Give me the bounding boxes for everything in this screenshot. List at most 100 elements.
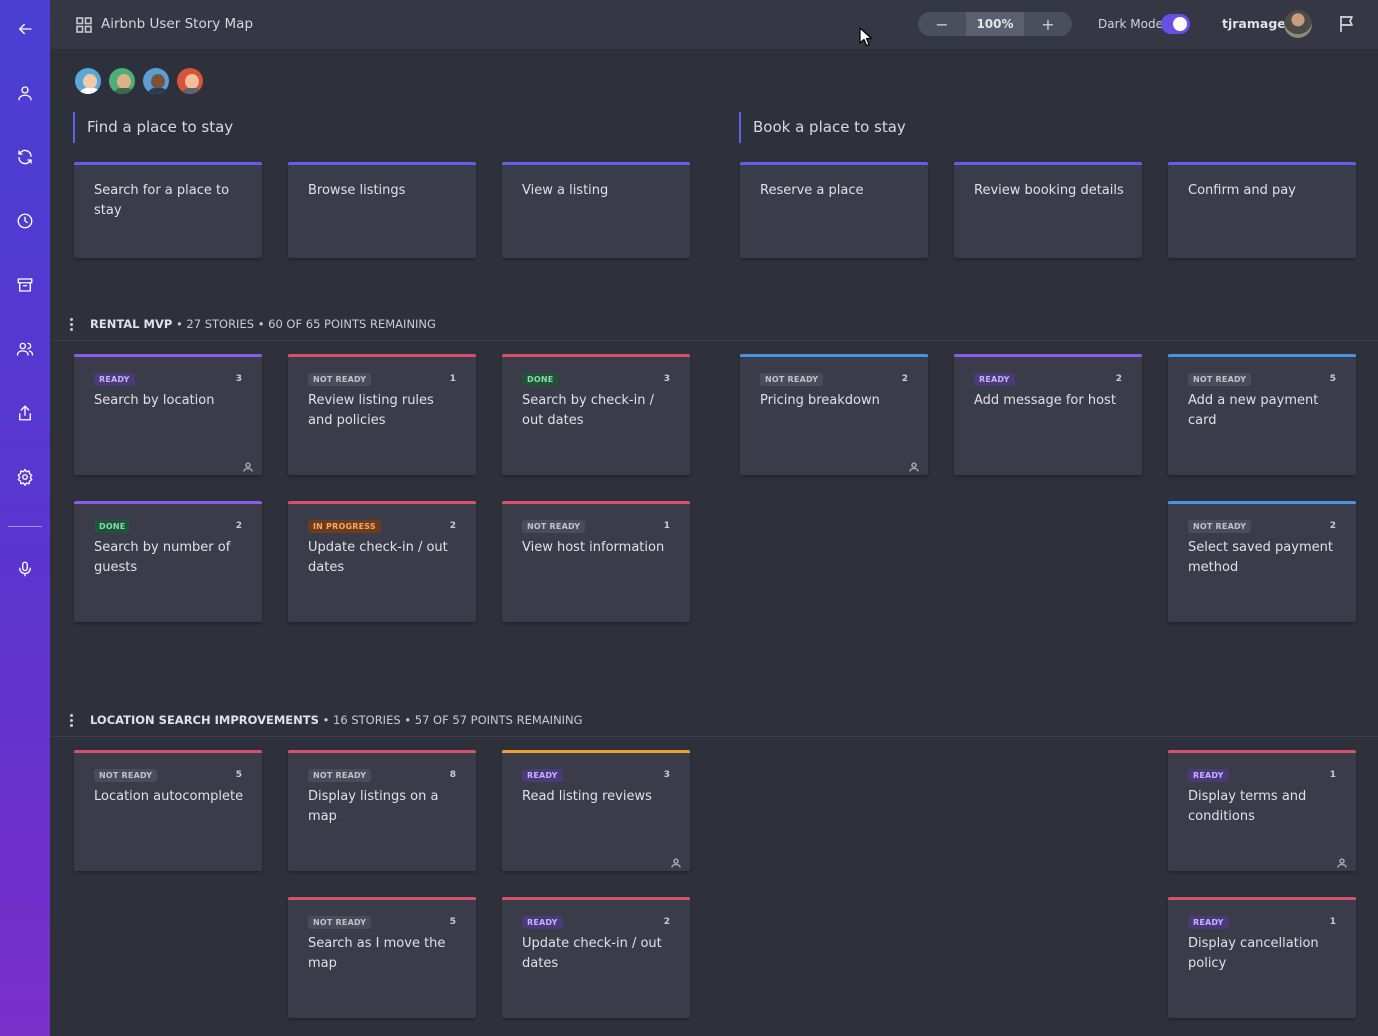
story-card[interactable]: READY 3 Search by location — [74, 354, 262, 475]
assignee-icon[interactable] — [243, 457, 253, 472]
zoom-in-button[interactable]: + — [1024, 12, 1072, 36]
story-points: 2 — [1115, 374, 1122, 384]
status-badge: DONE — [522, 373, 559, 386]
top-bar: Airbnb User Story Map − 100% + Dark Mode… — [50, 0, 1378, 50]
story-points: 2 — [235, 521, 242, 531]
microphone-icon[interactable] — [13, 557, 37, 581]
story-card[interactable]: DONE 3 Search by check-in / out dates — [502, 354, 690, 475]
sync-icon[interactable] — [13, 145, 37, 169]
epic-card[interactable]: Confirm and pay — [1168, 162, 1356, 258]
status-badge: READY — [522, 916, 563, 929]
story-title: Pricing breakdown — [760, 393, 880, 408]
epic-title: View a listing — [522, 183, 609, 198]
story-title: Display listings on a map — [308, 789, 439, 824]
back-arrow-icon[interactable] — [13, 17, 37, 41]
status-badge: IN PROGRESS — [308, 520, 381, 533]
clock-icon[interactable] — [13, 209, 37, 233]
epic-card[interactable]: Review booking details — [954, 162, 1142, 258]
username[interactable]: tjramage — [1222, 16, 1286, 31]
story-card[interactable]: IN PROGRESS 2 Update check-in / out date… — [288, 501, 476, 622]
story-points: 5 — [449, 917, 456, 927]
story-title: Update check-in / out dates — [522, 936, 662, 971]
story-card[interactable]: NOT READY 2 Pricing breakdown — [740, 354, 928, 475]
story-points: 1 — [1329, 770, 1336, 780]
status-badge: NOT READY — [94, 769, 158, 782]
epic-title: Confirm and pay — [1188, 183, 1296, 198]
user-avatar[interactable] — [1284, 10, 1312, 38]
dark-mode-label: Dark Mode — [1098, 17, 1163, 31]
status-badge: NOT READY — [308, 769, 372, 782]
avatar[interactable] — [73, 66, 103, 96]
epic-card[interactable]: Search for a place to stay — [74, 162, 262, 258]
release-name[interactable]: RENTAL MVP — [90, 317, 172, 331]
story-card[interactable]: NOT READY 8 Display listings on a map — [288, 750, 476, 871]
story-card[interactable]: READY 2 Add message for host — [954, 354, 1142, 475]
team-icon[interactable] — [13, 337, 37, 361]
story-points: 2 — [449, 521, 456, 531]
epic-card[interactable]: Browse listings — [288, 162, 476, 258]
story-title: Update check-in / out dates — [308, 540, 448, 575]
story-card[interactable]: READY 2 Update check-in / out dates — [502, 897, 690, 1018]
user-icon[interactable] — [13, 81, 37, 105]
bullet-separator: • — [257, 317, 269, 331]
story-card[interactable]: NOT READY 5 Location autocomplete — [74, 750, 262, 871]
release-name[interactable]: LOCATION SEARCH IMPROVEMENTS — [90, 713, 319, 727]
release-menu-icon[interactable] — [70, 714, 74, 728]
story-points: 3 — [663, 374, 670, 384]
epic-card[interactable]: Reserve a place — [740, 162, 928, 258]
release-divider — [50, 340, 1378, 341]
story-title: Search by location — [94, 393, 215, 408]
activity-title[interactable]: Book a place to stay — [739, 112, 906, 143]
story-card[interactable]: READY 3 Read listing reviews — [502, 750, 690, 871]
bullet-separator: • — [175, 317, 187, 331]
assignee-icon[interactable] — [1337, 853, 1347, 868]
zoom-out-button[interactable]: − — [918, 12, 966, 36]
dark-mode-toggle[interactable] — [1161, 14, 1190, 34]
archive-icon[interactable] — [13, 273, 37, 297]
assignee-icon[interactable] — [909, 457, 919, 472]
epic-card[interactable]: View a listing — [502, 162, 690, 258]
flag-icon[interactable] — [1337, 14, 1357, 34]
release-header: RENTAL MVP • 27 STORIES • 60 OF 65 POINT… — [50, 315, 1378, 335]
story-card[interactable]: NOT READY 1 View host information — [502, 501, 690, 622]
avatar[interactable] — [141, 66, 171, 96]
story-points: 3 — [235, 374, 242, 384]
release-story-count: 16 STORIES — [333, 713, 401, 727]
story-card[interactable]: READY 1 Display terms and conditions — [1168, 750, 1356, 871]
status-badge: NOT READY — [1188, 520, 1252, 533]
status-badge: READY — [1188, 769, 1229, 782]
bullet-separator: • — [322, 713, 334, 727]
story-title: Location autocomplete — [94, 789, 244, 804]
status-badge: READY — [522, 769, 563, 782]
bullet-separator: • — [404, 713, 415, 727]
release-divider — [50, 736, 1378, 737]
release-summary: RENTAL MVP • 27 STORIES • 60 OF 65 POINT… — [90, 317, 436, 331]
share-icon[interactable] — [13, 401, 37, 425]
avatar[interactable] — [175, 66, 205, 96]
story-card[interactable]: NOT READY 5 Add a new payment card — [1168, 354, 1356, 475]
story-points: 1 — [1329, 917, 1336, 927]
status-badge: READY — [94, 373, 135, 386]
story-card[interactable]: NOT READY 1 Review listing rules and pol… — [288, 354, 476, 475]
story-points: 1 — [663, 521, 670, 531]
story-title: Search by check-in / out dates — [522, 393, 654, 428]
sidebar-divider — [8, 526, 42, 527]
story-card[interactable]: NOT READY 2 Select saved payment method — [1168, 501, 1356, 622]
avatar[interactable] — [107, 66, 137, 96]
grid-icon[interactable] — [76, 17, 92, 33]
activity-title[interactable]: Find a place to stay — [73, 112, 233, 143]
story-points: 2 — [663, 917, 670, 927]
release-menu-icon[interactable] — [70, 318, 74, 332]
release-summary: LOCATION SEARCH IMPROVEMENTS • 16 STORIE… — [90, 713, 583, 727]
epic-title: Review booking details — [974, 183, 1124, 198]
story-card[interactable]: NOT READY 5 Search as I move the map — [288, 897, 476, 1018]
status-badge: NOT READY — [308, 373, 372, 386]
story-title: Add a new payment card — [1188, 393, 1319, 428]
story-card[interactable]: DONE 2 Search by number of guests — [74, 501, 262, 622]
story-card[interactable]: READY 1 Display cancellation policy — [1168, 897, 1356, 1018]
settings-gear-icon[interactable] — [13, 465, 37, 489]
status-badge: NOT READY — [760, 373, 824, 386]
assignee-icon[interactable] — [671, 853, 681, 868]
story-points: 2 — [1329, 521, 1336, 531]
story-points: 5 — [1329, 374, 1336, 384]
